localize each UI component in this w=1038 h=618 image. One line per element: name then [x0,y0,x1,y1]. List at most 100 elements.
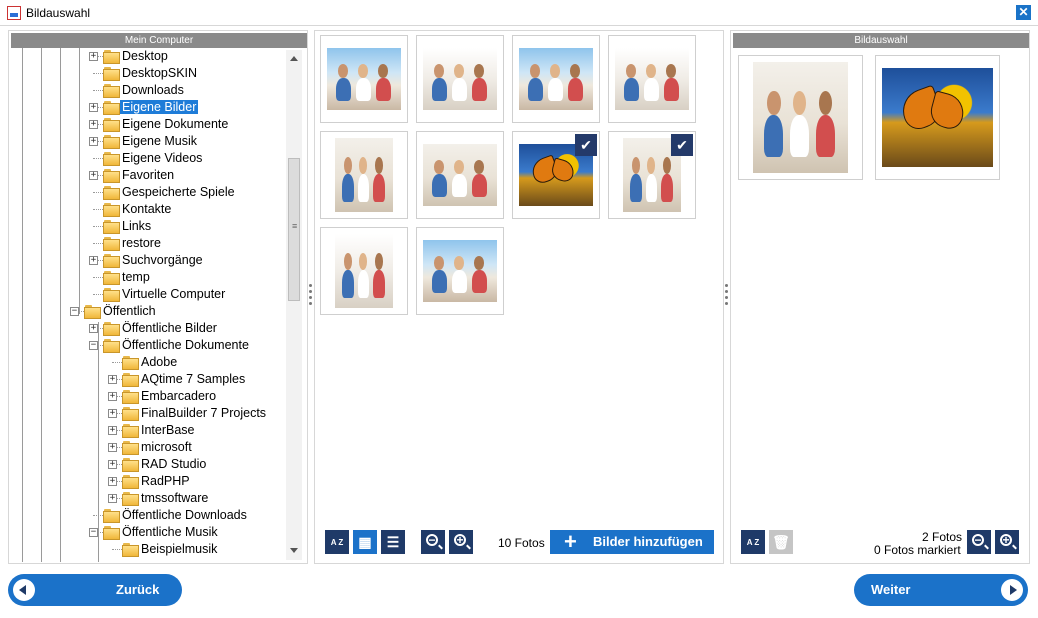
tree-item[interactable]: restore [10,235,288,252]
tree-item[interactable]: temp [10,269,288,286]
tree-item[interactable]: + RadPHP [10,473,288,490]
tree-item[interactable]: Downloads [10,82,288,99]
tree-item[interactable]: + Eigene Bilder [10,99,288,116]
tree-item[interactable]: + Eigene Dokumente [10,116,288,133]
tree-item[interactable]: − Öffentlich [10,303,288,320]
back-arrow-icon [13,579,35,601]
tree-item[interactable]: + Eigene Musik [10,133,288,150]
selected-butterfly[interactable] [875,55,1000,180]
tree-item[interactable]: + microsoft [10,439,288,456]
selection-sort-az-button[interactable]: A Z [741,530,765,554]
scroll-thumb[interactable]: ≡ [288,158,300,301]
close-button[interactable]: ✕ [1016,5,1031,20]
tree-item[interactable]: Eigene Videos [10,150,288,167]
expand-icon[interactable]: + [108,409,117,418]
zoom-out-button[interactable]: − [421,530,445,554]
add-images-button[interactable]: + Bilder hinzufügen [550,530,714,554]
tree-item[interactable]: − Öffentliche Dokumente [10,337,288,354]
collapse-icon[interactable]: − [89,528,98,537]
expand-icon[interactable]: + [89,137,98,146]
folder-tree[interactable]: + Desktop DesktopSKIN Downloads + Eigene Bild… [10,48,288,560]
photo-family-bed[interactable] [608,35,696,123]
tree-item[interactable]: + RAD Studio [10,456,288,473]
expand-icon[interactable]: + [108,443,117,452]
expand-icon[interactable]: + [108,477,117,486]
photo-father-daughter[interactable]: ✔ [608,131,696,219]
tree-item-label: RAD Studio [141,457,207,471]
tree-item-label: Virtuelle Computer [122,287,226,301]
tree-item[interactable]: + AQtime 7 Samples [10,371,288,388]
tree-item-label: tmssoftware [141,491,209,505]
expand-icon[interactable]: + [108,494,117,503]
zoom-in-button[interactable]: + [449,530,473,554]
expand-icon[interactable]: + [89,52,98,61]
tree-item[interactable]: + Desktop [10,48,288,65]
tree-item[interactable]: DesktopSKIN [10,65,288,82]
collapse-icon[interactable]: − [70,307,79,316]
next-button[interactable]: Weiter [854,574,1028,606]
scroll-down-arrow-icon[interactable] [290,548,298,553]
photo-family-beach[interactable] [320,35,408,123]
tree-item[interactable]: + FinalBuilder 7 Projects [10,405,288,422]
selected-father-daughter[interactable] [738,55,863,180]
tree-item[interactable]: Beispielmusik [10,541,288,558]
expand-icon[interactable]: + [89,256,98,265]
tree-item[interactable]: Öffentliche Downloads [10,507,288,524]
splitter-left[interactable] [309,284,313,310]
photo-family-couch[interactable] [416,131,504,219]
expand-icon[interactable]: + [108,460,117,469]
selection-count: 2 Fotos [922,530,963,544]
folder-icon [103,288,120,302]
expand-icon[interactable]: + [108,426,117,435]
folder-icon [103,220,120,234]
photo-family-sofa[interactable] [416,35,504,123]
photo-image [423,240,497,302]
checkmark-icon[interactable]: ✔ [671,134,693,156]
list-view-button[interactable]: ☰ [381,530,405,554]
folder-icon [103,135,120,149]
tree-item-label: Öffentliche Bilder [122,321,217,335]
add-images-label: Bilder hinzufügen [593,534,703,549]
photo-family-picnic[interactable] [416,227,504,315]
tree-scrollbar[interactable]: ≡ [286,50,302,560]
delete-button[interactable]: 🗑 [769,530,793,554]
tree-item[interactable]: Links [10,218,288,235]
tree-item-label: Öffentliche Downloads [122,508,247,522]
sort-az-button[interactable]: A Z [325,530,349,554]
expand-icon[interactable]: + [89,171,98,180]
splitter-right[interactable] [725,284,729,310]
expand-icon[interactable]: + [89,120,98,129]
expand-icon[interactable]: + [108,375,117,384]
photo-family-porch[interactable] [512,35,600,123]
tree-item-label: Eigene Dokumente [122,117,229,131]
tree-item[interactable]: Virtuelle Computer [10,286,288,303]
expand-icon[interactable]: + [108,392,117,401]
expand-icon[interactable]: + [89,103,98,112]
tree-item[interactable]: Adobe [10,354,288,371]
tree-item[interactable]: Kontakte [10,201,288,218]
tree-item[interactable]: + Suchvorgänge [10,252,288,269]
photo-family-floor[interactable] [320,131,408,219]
expand-icon[interactable]: + [89,324,98,333]
photo-butterfly[interactable]: ✔ [512,131,600,219]
grid-view-button[interactable]: ▦ [353,530,377,554]
collapse-icon[interactable]: − [89,341,98,350]
folder-icon [103,203,120,217]
folder-icon [103,509,120,523]
tree-item[interactable]: + Embarcadero [10,388,288,405]
tree-item[interactable]: + Favoriten [10,167,288,184]
photo-image [423,144,497,206]
selection-zoom-out-button[interactable]: − [967,530,991,554]
photo-mother-daughter[interactable] [320,227,408,315]
tree-item[interactable]: − Öffentliche Musik [10,524,288,541]
tree-item[interactable]: + tmssoftware [10,490,288,507]
tree-item[interactable]: + Öffentliche Bilder [10,320,288,337]
folder-icon [84,305,101,319]
checkmark-icon[interactable]: ✔ [575,134,597,156]
back-button[interactable]: Zurück [8,574,182,606]
tree-item[interactable]: + InterBase [10,422,288,439]
folder-icon [122,475,139,489]
tree-item[interactable]: Gespeicherte Spiele [10,184,288,201]
scroll-up-arrow-icon[interactable] [290,56,298,61]
selection-zoom-in-button[interactable]: + [995,530,1019,554]
